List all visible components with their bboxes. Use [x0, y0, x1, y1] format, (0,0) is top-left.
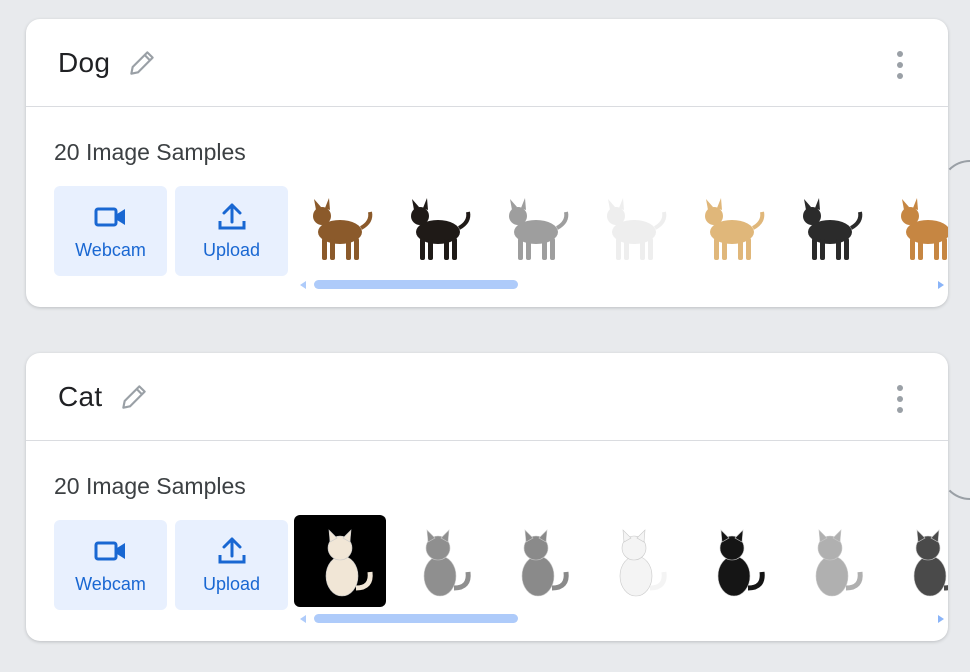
upload-button-label: Upload	[202, 239, 261, 260]
class-name-title[interactable]: Cat	[58, 381, 102, 413]
pencil-edit-icon[interactable]	[118, 381, 150, 413]
scroll-right-arrow-icon[interactable]	[938, 281, 944, 289]
scroll-left-arrow-icon[interactable]	[300, 281, 306, 289]
sample-thumbnail[interactable]	[392, 515, 484, 607]
scrollbar-thumb[interactable]	[314, 280, 518, 289]
sample-thumbnail[interactable]	[588, 515, 680, 607]
class-name-title[interactable]: Dog	[58, 47, 110, 79]
upload-icon	[218, 203, 245, 229]
golden-puppy-icon	[705, 198, 765, 260]
video-camera-icon	[94, 207, 125, 226]
sample-thumbnail[interactable]	[294, 181, 386, 273]
white-cat-icon	[619, 529, 667, 597]
class-card-cat: Cat 20 Image Samples Webcam Upload	[26, 353, 948, 641]
sample-thumbnail[interactable]	[392, 181, 484, 273]
upload-button-label: Upload	[202, 573, 261, 594]
upload-button[interactable]: Upload	[175, 520, 288, 610]
fluffy-cat-icon	[325, 529, 373, 597]
white-poodle-icon	[607, 198, 667, 260]
scroll-right-arrow-icon[interactable]	[938, 615, 944, 623]
sample-thumbnail[interactable]	[490, 515, 582, 607]
sample-thumbnail[interactable]	[686, 515, 778, 607]
webcam-button[interactable]: Webcam	[54, 186, 167, 276]
sample-thumbnail[interactable]	[294, 515, 386, 607]
samples-count-label: 20 Image Samples	[54, 473, 246, 499]
sample-thumbnails-strip[interactable]	[294, 515, 948, 615]
sample-thumbnail[interactable]	[686, 181, 778, 273]
video-camera-icon	[94, 541, 125, 560]
pencil-edit-icon[interactable]	[126, 47, 158, 79]
samples-count-label: 20 Image Samples	[54, 139, 246, 165]
webcam-button[interactable]: Webcam	[54, 520, 167, 610]
sample-thumbnail[interactable]	[784, 181, 876, 273]
border-collie-icon	[803, 198, 863, 260]
sample-thumbnail[interactable]	[490, 181, 582, 273]
kitten-icon	[815, 529, 863, 597]
more-options-icon[interactable]	[890, 385, 910, 413]
scrollbar-thumb[interactable]	[314, 614, 518, 623]
thumbnail-scrollbar[interactable]	[298, 612, 948, 626]
class-card-header: Cat	[26, 353, 948, 441]
sample-thumbnail[interactable]	[588, 181, 680, 273]
webcam-button-label: Webcam	[75, 239, 146, 260]
class-card-header: Dog	[26, 19, 948, 107]
scroll-left-arrow-icon[interactable]	[300, 615, 306, 623]
ragdoll-cat-icon	[423, 529, 471, 597]
german-shepherd-icon	[313, 198, 373, 260]
husky-icon	[509, 198, 569, 260]
webcam-button-label: Webcam	[75, 573, 146, 594]
sample-thumbnail[interactable]	[882, 515, 948, 607]
class-card-dog: Dog 20 Image Samples Webcam Upload	[26, 19, 948, 307]
rottweiler-icon	[411, 198, 471, 260]
upload-button[interactable]: Upload	[175, 186, 288, 276]
more-options-icon[interactable]	[890, 51, 910, 79]
shiba-icon	[901, 198, 948, 260]
upload-icon	[218, 537, 245, 563]
grey-cat-icon	[521, 529, 569, 597]
tabby-cat-icon	[913, 529, 948, 597]
tuxedo-cat-icon	[717, 529, 765, 597]
sample-thumbnail[interactable]	[784, 515, 876, 607]
sample-thumbnail[interactable]	[882, 181, 948, 273]
thumbnail-scrollbar[interactable]	[298, 278, 948, 292]
sample-thumbnails-strip[interactable]	[294, 181, 948, 281]
